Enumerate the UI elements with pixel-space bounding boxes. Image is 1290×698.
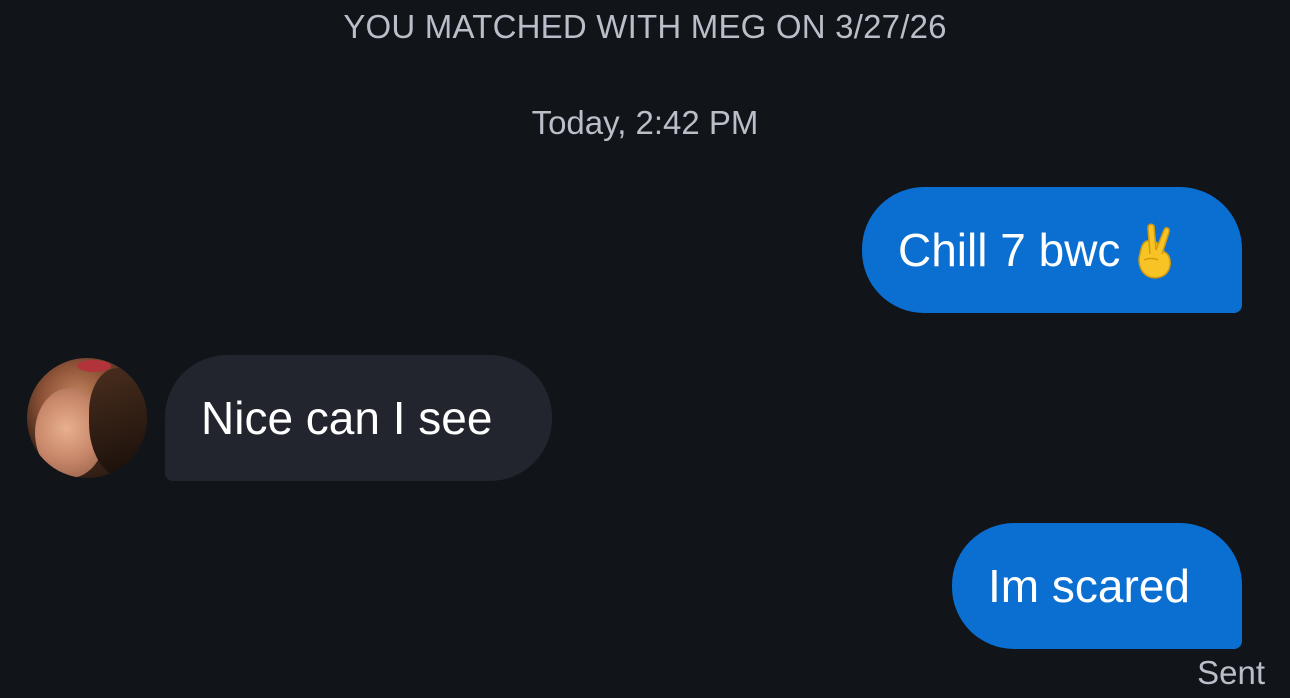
message-text: Nice can I see <box>201 392 493 444</box>
message-text: Chill 7 bwc <box>898 224 1121 276</box>
crossed-fingers-emoji-icon <box>1138 223 1172 279</box>
chat-screen: YOU MATCHED WITH MEG ON 3/27/26 Today, 2… <box>0 0 1290 698</box>
outgoing-message-bubble[interactable]: Chill 7 bwc <box>862 187 1242 313</box>
avatar-hair <box>89 368 147 478</box>
message-timestamp: Today, 2:42 PM <box>531 104 759 141</box>
outgoing-message-bubble[interactable]: Im scared <box>952 523 1242 649</box>
avatar[interactable] <box>27 358 147 478</box>
incoming-message-bubble[interactable]: Nice can I see <box>165 355 552 481</box>
sent-status: Sent <box>1197 654 1265 691</box>
match-banner: YOU MATCHED WITH MEG ON 3/27/26 <box>343 8 947 45</box>
message-text: Im scared <box>988 560 1190 612</box>
avatar-lips <box>77 360 111 372</box>
